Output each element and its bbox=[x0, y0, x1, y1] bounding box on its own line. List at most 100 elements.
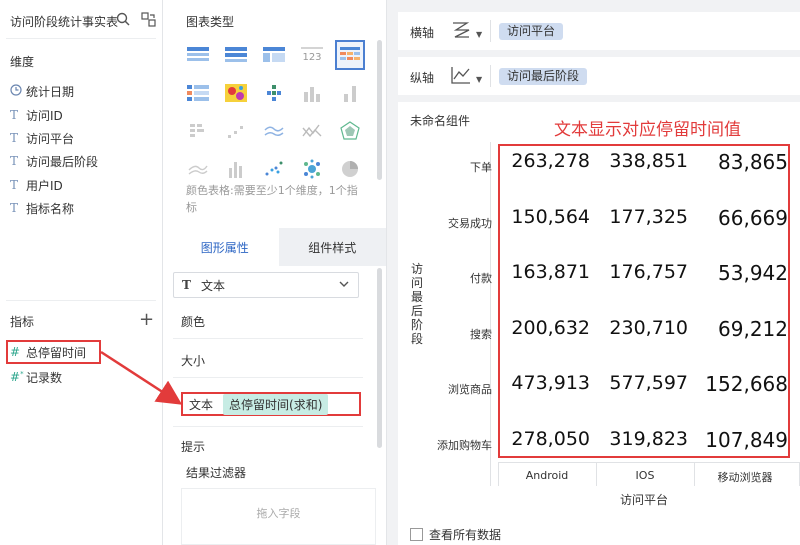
chart-requirement-hint: 颜色表格:需要至少1个维度，1个指标 bbox=[186, 184, 358, 214]
chart-type-heatmap-icon[interactable] bbox=[221, 78, 251, 108]
y-axis-shelf: 纵轴 ▼ 访问最后阶段 bbox=[398, 57, 800, 95]
y-axis-type-icon[interactable] bbox=[450, 65, 472, 88]
search-icon[interactable] bbox=[116, 12, 130, 29]
dataset-title: 访问阶段统计事实表 bbox=[10, 15, 119, 29]
x-axis-field-chip[interactable]: 访问平台 bbox=[499, 23, 564, 40]
field-label: 访问平台 bbox=[26, 131, 75, 146]
text-type-icon: T bbox=[10, 131, 19, 145]
annotation-text: 文本显示对应停留时间值 bbox=[554, 120, 741, 140]
field-label: 访问最后阶段 bbox=[26, 154, 99, 169]
field-label: 总停留时间 bbox=[26, 345, 87, 360]
chart-type-line-icon[interactable] bbox=[259, 116, 289, 146]
column-label: Android bbox=[525, 469, 569, 482]
text-field-chip[interactable]: 总停留时间(求和) bbox=[223, 393, 329, 415]
text-type-icon: T bbox=[10, 201, 19, 215]
prop-text-row[interactable]: 文本 总停留时间(求和) bbox=[181, 392, 361, 416]
column-label: IOS bbox=[635, 469, 655, 482]
chart-type-color-table-icon[interactable] bbox=[335, 40, 365, 70]
result-filter-title: 结果过滤器 bbox=[186, 466, 247, 480]
row-label: 下单 bbox=[470, 161, 492, 174]
dimension-field-visit-id[interactable]: T 访问ID bbox=[10, 105, 63, 125]
x-axis-title: 访问平台 bbox=[620, 493, 669, 507]
dimension-section-label: 维度 bbox=[10, 55, 35, 69]
field-label: 指标名称 bbox=[26, 201, 75, 216]
checkbox-icon[interactable] bbox=[410, 528, 423, 541]
highlight-box-table bbox=[498, 144, 790, 458]
chart-type-stacked-bar-icon[interactable] bbox=[335, 78, 365, 108]
dimension-field-date[interactable]: 统计日期 bbox=[10, 81, 74, 101]
dimension-field-user-id[interactable]: T 用户ID bbox=[10, 175, 63, 195]
chevron-down-icon bbox=[338, 278, 350, 293]
dimension-field-last-stage[interactable]: T 访问最后阶段 bbox=[10, 151, 98, 171]
x-axis-label: 横轴 bbox=[410, 26, 435, 40]
number-icon: # bbox=[10, 345, 21, 359]
row-label: 浏览商品 bbox=[448, 383, 492, 396]
tab-component-style[interactable]: 组件样式 bbox=[278, 228, 386, 266]
chart-type-cross-table-icon[interactable] bbox=[259, 40, 289, 70]
chart-type-area-icon[interactable] bbox=[297, 116, 327, 146]
chart-canvas: 未命名组件 文本显示对应停留时间值 访问最后阶段 下单 263,278 338,85… bbox=[398, 102, 800, 545]
field-label: 统计日期 bbox=[26, 84, 75, 99]
chart-type-map-table-icon[interactable] bbox=[183, 78, 213, 108]
chart-config-panel: 图表类型 123 颜色表格:需要至少1个维度，1个指标 图形属性 组件样式 T … bbox=[163, 0, 387, 545]
chart-type-hbar-icon[interactable] bbox=[183, 116, 213, 146]
field-label: 访问ID bbox=[26, 108, 63, 123]
add-measure-icon[interactable]: + bbox=[139, 311, 154, 329]
chart-type-scrollbar[interactable] bbox=[377, 40, 382, 180]
y-axis-field-chip[interactable]: 访问最后阶段 bbox=[499, 68, 588, 85]
chart-type-pie-icon[interactable] bbox=[335, 154, 365, 184]
measure-section-label: 指标 bbox=[10, 315, 35, 329]
measure-field-total-stay-time[interactable]: # 总停留时间 bbox=[10, 342, 86, 362]
row-label: 搜索 bbox=[470, 327, 492, 341]
component-name[interactable]: 未命名组件 bbox=[410, 112, 470, 129]
view-all-data-checkbox[interactable]: 查看所有数据 bbox=[410, 526, 501, 543]
clock-icon bbox=[10, 83, 26, 99]
chart-type-title: 图表类型 bbox=[186, 15, 235, 29]
chart-type-number-icon[interactable]: 123 bbox=[297, 40, 327, 70]
text-mark-icon: T bbox=[182, 278, 191, 292]
chart-type-table-icon[interactable] bbox=[183, 40, 213, 70]
property-scrollbar[interactable] bbox=[377, 268, 382, 448]
prop-color[interactable]: 颜色 bbox=[181, 313, 205, 330]
svg-text:123: 123 bbox=[302, 52, 321, 63]
row-label: 添加购物车 bbox=[437, 438, 492, 452]
row-label: 交易成功 bbox=[448, 216, 492, 230]
text-type-icon: T bbox=[10, 178, 19, 192]
number-star-icon: #* bbox=[10, 370, 24, 384]
chart-type-bubble-icon[interactable] bbox=[297, 154, 327, 184]
chart-type-column-icon[interactable] bbox=[221, 154, 251, 184]
x-axis-type-icon[interactable] bbox=[450, 20, 472, 43]
measure-field-record-count[interactable]: #* 记录数 bbox=[10, 367, 62, 387]
drop-hint: 拖入字段 bbox=[256, 507, 301, 520]
mark-type-value: 文本 bbox=[200, 278, 225, 293]
property-tabs: 图形属性 组件样式 bbox=[171, 228, 386, 266]
prop-size[interactable]: 大小 bbox=[181, 352, 205, 369]
text-type-icon: T bbox=[10, 154, 19, 168]
chart-type-step-icon[interactable] bbox=[221, 116, 251, 146]
view-all-label: 查看所有数据 bbox=[429, 528, 502, 542]
chart-type-scatter-icon[interactable] bbox=[259, 154, 289, 184]
filter-drop-zone[interactable]: 拖入字段 bbox=[181, 488, 376, 545]
field-label: 用户ID bbox=[26, 178, 63, 193]
column-label: 移动浏览器 bbox=[717, 471, 773, 484]
dimension-field-platform[interactable]: T 访问平台 bbox=[10, 128, 74, 148]
y-axis-caret-icon[interactable]: ▼ bbox=[476, 75, 482, 84]
x-axis-shelf: 横轴 ▼ 访问平台 bbox=[398, 12, 800, 50]
x-axis-caret-icon[interactable]: ▼ bbox=[476, 30, 482, 39]
prop-text-label: 文本 bbox=[189, 397, 214, 412]
switch-dataset-icon[interactable] bbox=[141, 12, 156, 30]
row-label: 付款 bbox=[470, 272, 492, 285]
prop-tooltip[interactable]: 提示 bbox=[181, 438, 205, 452]
chart-type-bar-icon[interactable] bbox=[297, 78, 327, 108]
dimension-field-metric-name[interactable]: T 指标名称 bbox=[10, 198, 74, 218]
text-type-icon: T bbox=[10, 108, 19, 122]
y-axis-label: 纵轴 bbox=[410, 71, 435, 85]
field-label: 记录数 bbox=[26, 370, 63, 385]
chart-type-multi-line-icon[interactable] bbox=[183, 154, 213, 184]
tab-graphic-properties[interactable]: 图形属性 bbox=[171, 228, 279, 266]
chart-type-group-table-icon[interactable] bbox=[221, 40, 251, 70]
chart-type-dot-matrix-icon[interactable] bbox=[259, 78, 289, 108]
app-root: 访问阶段统计事实表 维度 统计日期 T 访问ID T 访问平台 T 访问最后阶段 bbox=[0, 0, 800, 545]
chart-type-radar-icon[interactable] bbox=[335, 116, 365, 146]
mark-type-select[interactable]: T 文本 bbox=[173, 272, 359, 298]
